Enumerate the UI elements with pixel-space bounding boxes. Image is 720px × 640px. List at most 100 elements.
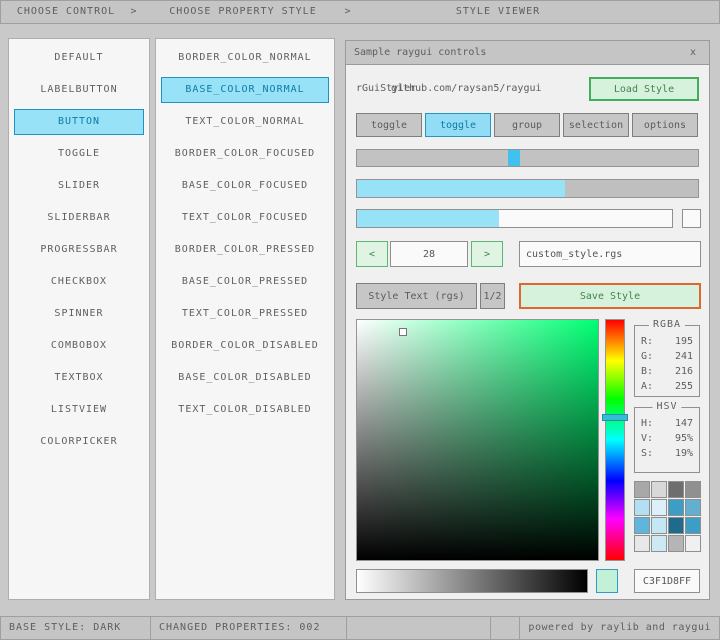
value-row: G: 241 <box>635 349 699 364</box>
controls-panel: DEFAULT LABELBUTTON BUTTON TOGGLE SLIDER SLID… <box>8 38 150 600</box>
value-text: 195 <box>675 336 693 347</box>
value-row: A:255 <box>635 379 699 394</box>
properties-list: BORDER_COLOR_NORMAL BASE_COLOR_NORMAL TEXT… <box>156 45 334 423</box>
palette-swatch[interactable] <box>668 481 684 498</box>
property-item-border_color_pressed[interactable]: BORDER_COLOR_PRESSED <box>161 237 329 263</box>
toggle-button-group[interactable]: group <box>494 113 560 137</box>
progress-bar <box>356 179 699 198</box>
palette-swatch[interactable] <box>685 499 701 516</box>
chevron-right-icon: > <box>127 1 141 23</box>
spinner-decrement-button[interactable]: < <box>356 241 388 267</box>
property-item-base_color_normal[interactable]: BASE_COLOR_NORMAL <box>161 77 329 103</box>
rgba-title: RGBA <box>649 319 685 330</box>
rgba-rows: R: 195 G: 241 B:216A:255 <box>635 334 699 394</box>
property-item-base_color_pressed[interactable]: BASE_COLOR_PRESSED <box>161 269 329 295</box>
value-text: 241 <box>675 351 693 362</box>
top-bar: CHOOSE CONTROL > CHOOSE PROPERTY STYLE >… <box>0 0 720 24</box>
hue-bar[interactable] <box>605 319 625 561</box>
value-text: 255 <box>675 381 693 392</box>
palette-swatch[interactable] <box>634 481 650 498</box>
control-item-listview[interactable]: LISTVIEW <box>14 397 144 423</box>
palette-swatch[interactable] <box>685 517 701 534</box>
filename-input[interactable]: custom_style.rgs <box>519 241 701 267</box>
value-label: R: <box>641 336 653 347</box>
hex-value-input[interactable]: C3F1D8FF <box>634 569 700 593</box>
palette-swatch[interactable] <box>634 517 650 534</box>
value-row: R: 195 <box>635 334 699 349</box>
color-palette <box>634 481 701 557</box>
hue-handle[interactable] <box>602 414 628 421</box>
header-row: rGuiStyler github.com/raysan5/raygui Loa… <box>346 77 709 101</box>
save-style-button[interactable]: Save Style <box>519 283 701 309</box>
toggle-button-toggle[interactable]: toggle <box>425 113 491 137</box>
value-text: 147 <box>675 418 693 429</box>
control-item-spinner[interactable]: SPINNER <box>14 301 144 327</box>
control-item-progressbar[interactable]: PROGRESSBAR <box>14 237 144 263</box>
palette-swatch[interactable] <box>634 499 650 516</box>
property-item-border_color_focused[interactable]: BORDER_COLOR_FOCUSED <box>161 141 329 167</box>
style-text-button[interactable]: Style Text (rgs) <box>356 283 477 309</box>
properties-panel: BORDER_COLOR_NORMAL BASE_COLOR_NORMAL TEXT… <box>155 38 335 600</box>
spinner-value-box[interactable]: 28 <box>390 241 468 267</box>
slider-row <box>346 149 709 167</box>
slider-bar[interactable] <box>356 209 673 228</box>
palette-swatch[interactable] <box>651 499 667 516</box>
value-text: 19% <box>675 448 693 459</box>
toggle-button-selection[interactable]: selection <box>563 113 629 137</box>
palette-swatch[interactable] <box>668 499 684 516</box>
load-style-button[interactable]: Load Style <box>589 77 699 101</box>
control-item-default[interactable]: DEFAULT <box>14 45 144 71</box>
close-icon[interactable]: x <box>685 45 701 61</box>
topbar-choose-property-label: CHOOSE PROPERTY STYLE <box>145 1 341 23</box>
control-item-labelbutton[interactable]: LABELBUTTON <box>14 77 144 103</box>
style-viewer-window: Sample raygui controls x rGuiStyler gith… <box>345 40 710 600</box>
value-row: B:216 <box>635 364 699 379</box>
window-body: rGuiStyler github.com/raysan5/raygui Loa… <box>346 65 709 599</box>
checkbox[interactable] <box>682 209 701 228</box>
page-toggle-button[interactable]: 1/2 <box>480 283 505 309</box>
property-item-text_color_disabled[interactable]: TEXT_COLOR_DISABLED <box>161 397 329 423</box>
property-item-text_color_normal[interactable]: TEXT_COLOR_NORMAL <box>161 109 329 135</box>
control-item-button[interactable]: BUTTON <box>14 109 144 135</box>
control-item-sliderbar[interactable]: SLIDERBAR <box>14 205 144 231</box>
hsv-groupbox: HSV H:147V:95%S:19% <box>634 407 700 473</box>
value-label: G: <box>641 351 653 362</box>
palette-swatch[interactable] <box>685 481 701 498</box>
value-label: H: <box>641 418 653 429</box>
palette-swatch[interactable] <box>634 535 650 552</box>
toggle-button-options[interactable]: options <box>632 113 698 137</box>
alpha-bar[interactable] <box>356 569 588 593</box>
property-item-text_color_pressed[interactable]: TEXT_COLOR_PRESSED <box>161 301 329 327</box>
property-item-base_color_focused[interactable]: BASE_COLOR_FOCUSED <box>161 173 329 199</box>
control-item-colorpicker[interactable]: COLORPICKER <box>14 429 144 455</box>
control-item-combobox[interactable]: COMBOBOX <box>14 333 144 359</box>
status-bar: BASE STYLE: DARK CHANGED PROPERTIES: 002… <box>0 616 720 640</box>
palette-swatch[interactable] <box>685 535 701 552</box>
property-item-border_color_normal[interactable]: BORDER_COLOR_NORMAL <box>161 45 329 71</box>
control-item-slider[interactable]: SLIDER <box>14 173 144 199</box>
palette-swatch[interactable] <box>651 517 667 534</box>
control-item-toggle[interactable]: TOGGLE <box>14 141 144 167</box>
property-item-text_color_focused[interactable]: TEXT_COLOR_FOCUSED <box>161 205 329 231</box>
progress-fill <box>357 180 565 197</box>
control-item-checkbox[interactable]: CHECKBOX <box>14 269 144 295</box>
palette-swatch[interactable] <box>668 517 684 534</box>
property-item-base_color_disabled[interactable]: BASE_COLOR_DISABLED <box>161 365 329 391</box>
topbar-style-viewer-label: STYLE VIEWER <box>355 1 641 23</box>
window-titlebar[interactable]: Sample raygui controls x <box>346 41 709 65</box>
hsv-title: HSV <box>652 401 681 412</box>
spinner-increment-button[interactable]: > <box>471 241 503 267</box>
value-row: V:95% <box>635 431 699 446</box>
toggle-button-toggle[interactable]: toggle <box>356 113 422 137</box>
slider-handle[interactable] <box>508 150 520 166</box>
slider[interactable] <box>356 149 699 167</box>
palette-swatch[interactable] <box>668 535 684 552</box>
color-marker[interactable] <box>399 328 407 336</box>
palette-swatch[interactable] <box>651 535 667 552</box>
statusbar-base-style: BASE STYLE: DARK <box>1 617 151 639</box>
property-item-border_color_disabled[interactable]: BORDER_COLOR_DISABLED <box>161 333 329 359</box>
color-panel[interactable] <box>356 319 599 561</box>
control-item-textbox[interactable]: TEXTBOX <box>14 365 144 391</box>
palette-swatch[interactable] <box>651 481 667 498</box>
rgba-groupbox: RGBA R:195G:241B:216A:255 <box>634 325 700 397</box>
